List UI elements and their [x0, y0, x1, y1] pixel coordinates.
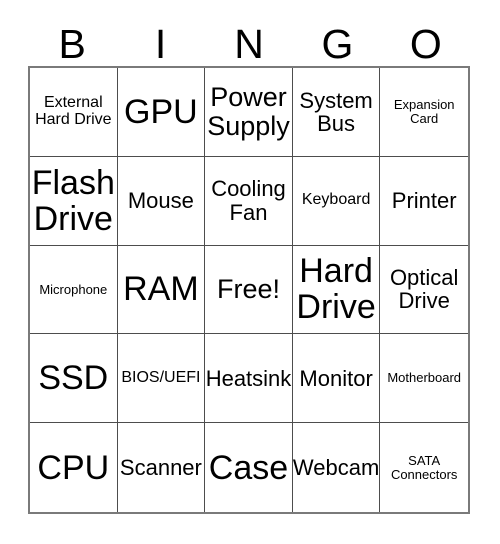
bingo-header-letter-n: N	[234, 20, 264, 67]
bingo-cell[interactable]: SATA Connectors	[380, 423, 468, 512]
bingo-cell-label: Power Supply	[207, 82, 290, 141]
bingo-cell-label: Expansion Card	[393, 97, 455, 126]
bingo-cell[interactable]: Hard Drive	[292, 245, 381, 335]
bingo-cell-label: Optical Drive	[389, 265, 459, 314]
bingo-header-letter-b: B	[58, 20, 86, 67]
bingo-cell[interactable]: Microphone	[30, 245, 118, 335]
bingo-cell-label: System Bus	[299, 87, 373, 136]
bingo-header: B I N G O	[28, 22, 470, 66]
bingo-cell-label: Microphone	[39, 281, 108, 297]
bingo-cell-label: Flash Drive	[31, 163, 115, 238]
bingo-cell[interactable]: RAM	[117, 245, 206, 335]
bingo-cell-label: Heatsink	[205, 365, 292, 391]
bingo-cell[interactable]: Flash Drive	[30, 156, 118, 246]
bingo-free-space-cell[interactable]: Free!	[205, 245, 293, 335]
bingo-cell[interactable]: Scanner	[118, 423, 206, 512]
bingo-cell-label: SSD	[38, 359, 109, 398]
bingo-cell[interactable]: BIOS/UEFI	[117, 334, 206, 424]
bingo-cell[interactable]: Case	[205, 423, 293, 512]
bingo-cell-label: RAM	[123, 270, 199, 309]
bingo-cell-label: BIOS/UEFI	[121, 368, 201, 386]
bingo-cell-label: External Hard Drive	[35, 93, 112, 128]
bingo-header-letter-i: I	[154, 20, 167, 67]
bingo-cell[interactable]: SSD	[30, 334, 118, 424]
bingo-cell[interactable]: Mouse	[117, 156, 206, 246]
bingo-header-letter-o: O	[409, 20, 442, 67]
bingo-cell[interactable]: Heatsink	[205, 334, 293, 424]
bingo-cell-label: Free!	[216, 274, 280, 305]
bingo-header-letter-g: G	[321, 20, 354, 67]
bingo-grid: External Hard Drive GPU Power Supply System…	[28, 66, 470, 514]
bingo-cell-label: Case	[208, 448, 289, 487]
bingo-cell-label: SATA Connectors	[390, 452, 458, 482]
bingo-cell-label: GPU	[124, 92, 198, 131]
bingo-cell-label: Cooling Fan	[211, 176, 286, 225]
bingo-cell[interactable]: Expansion Card	[380, 68, 468, 157]
bingo-cell[interactable]: Printer	[380, 157, 468, 246]
bingo-cell-label: Motherboard	[387, 370, 462, 386]
bingo-cell[interactable]: Webcam	[293, 423, 381, 512]
bingo-cell-label: Hard Drive	[296, 252, 376, 327]
bingo-cell[interactable]: Power Supply	[205, 68, 293, 157]
bingo-card: B I N G O External Hard Drive GPU Power Su…	[0, 0, 500, 544]
bingo-cell-label: Mouse	[127, 188, 194, 214]
bingo-cell[interactable]: External Hard Drive	[30, 68, 118, 157]
bingo-cell[interactable]: Keyboard	[292, 156, 381, 246]
bingo-cell[interactable]: Motherboard	[380, 334, 468, 424]
bingo-cell-label: CPU	[37, 448, 110, 487]
bingo-cell-label: Keyboard	[301, 191, 371, 209]
bingo-cell[interactable]: GPU	[117, 68, 206, 157]
bingo-cell-label: Monitor	[299, 365, 373, 391]
bingo-cell[interactable]: System Bus	[292, 68, 381, 157]
bingo-cell-label: Scanner	[119, 454, 202, 480]
bingo-cell[interactable]: CPU	[30, 423, 118, 512]
bingo-cell[interactable]: Optical Drive	[380, 246, 468, 335]
bingo-cell-label: Printer	[391, 188, 457, 214]
bingo-cell[interactable]: Cooling Fan	[205, 156, 293, 246]
bingo-cell[interactable]: Monitor	[292, 334, 381, 424]
bingo-cell-label: Webcam	[292, 454, 380, 480]
